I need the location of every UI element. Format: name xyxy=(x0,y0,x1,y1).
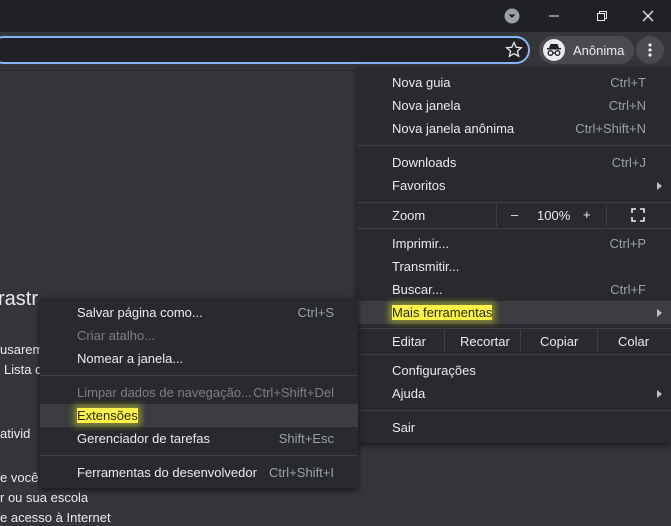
submenu-arrow-icon xyxy=(657,309,662,317)
paste-button[interactable]: Colar xyxy=(618,334,649,349)
profile-label: Anônima xyxy=(573,42,625,58)
close-button[interactable] xyxy=(628,0,668,32)
page-text-fragment: ativid xyxy=(0,426,31,441)
menu-item-downloads[interactable]: Downloads Ctrl+J xyxy=(357,151,671,174)
menu-item-new-incognito-window[interactable]: Nova janela anônima Ctrl+Shift+N xyxy=(357,117,671,140)
tab-search-button[interactable] xyxy=(492,0,532,32)
submenu-item-create-shortcut: Criar atalho... xyxy=(77,328,156,343)
zoom-out-button[interactable]: – xyxy=(511,207,518,222)
submenu-item-name-window[interactable]: Nomear a janela... xyxy=(40,347,358,370)
more-tools-submenu: Salvar página como... Ctrl+S Criar atalh… xyxy=(40,298,358,488)
submenu-item-clear-browsing-data: Limpar dados de navegação... Ctrl+Shift+… xyxy=(77,385,334,400)
submenu-item-save-page[interactable]: Salvar página como... Ctrl+S xyxy=(40,301,358,324)
menu-item-new-window[interactable]: Nova janela Ctrl+N xyxy=(357,94,671,117)
restore-button[interactable] xyxy=(582,0,622,32)
cut-button[interactable]: Recortar xyxy=(460,334,510,349)
submenu-arrow-icon xyxy=(657,390,662,398)
menu-separator xyxy=(40,375,358,376)
menu-separator xyxy=(357,228,671,229)
zoom-in-button[interactable]: + xyxy=(583,207,591,222)
menu-item-find[interactable]: Buscar... Ctrl+F xyxy=(357,278,671,301)
fullscreen-button[interactable] xyxy=(631,208,645,225)
menu-edit-row: Editar Recortar Copiar Colar xyxy=(357,330,671,352)
minimize-button[interactable] xyxy=(534,0,574,32)
menu-item-settings[interactable]: Configurações xyxy=(357,359,671,382)
zoom-level: 100% xyxy=(537,208,571,223)
address-bar[interactable] xyxy=(0,36,530,64)
menu-separator xyxy=(40,455,358,456)
page-text-fragment: e você xyxy=(0,470,39,485)
menu-separator xyxy=(357,202,671,203)
incognito-profile-button[interactable]: Anônima xyxy=(539,36,634,64)
chrome-menu: Nova guia Ctrl+T Nova janela Ctrl+N Nova… xyxy=(357,67,671,443)
submenu-item-extensions[interactable]: Extensões xyxy=(40,404,358,427)
incognito-icon xyxy=(543,39,565,61)
page-text-fragment: usarem xyxy=(0,342,44,357)
toolbar: Anônima xyxy=(0,32,671,71)
more-vert-icon xyxy=(648,43,652,57)
menu-separator xyxy=(357,328,671,329)
menu-item-new-tab[interactable]: Nova guia Ctrl+T xyxy=(357,71,671,94)
copy-button[interactable]: Copiar xyxy=(540,334,578,349)
restore-icon xyxy=(597,11,607,21)
menu-item-print[interactable]: Imprimir... Ctrl+P xyxy=(357,232,671,255)
menu-separator xyxy=(357,145,671,146)
submenu-item-developer-tools[interactable]: Ferramentas do desenvolvedor Ctrl+Shift+… xyxy=(40,461,358,484)
submenu-item-task-manager[interactable]: Gerenciador de tarefas Shift+Esc xyxy=(40,427,358,450)
menu-separator xyxy=(357,410,671,411)
close-icon xyxy=(642,10,654,22)
bookmark-star-button[interactable] xyxy=(504,40,524,60)
menu-item-cast[interactable]: Transmitir... xyxy=(357,255,671,278)
page-text-fragment: Lista d xyxy=(4,362,43,377)
menu-item-bookmarks[interactable]: Favoritos xyxy=(357,174,671,197)
menu-zoom-row: Zoom – 100% + xyxy=(357,204,671,226)
menu-item-exit[interactable]: Sair xyxy=(357,416,671,439)
fullscreen-icon xyxy=(631,208,645,222)
submenu-arrow-icon xyxy=(657,182,662,190)
page-text-fragment: e acesso à Internet xyxy=(0,510,111,525)
minimize-icon xyxy=(549,15,559,17)
menu-separator xyxy=(357,354,671,355)
menu-item-more-tools[interactable]: Mais ferramentas xyxy=(357,301,671,324)
chrome-menu-button[interactable] xyxy=(636,36,664,64)
chevron-down-circle-icon xyxy=(504,8,520,24)
page-heading-fragment: rastr xyxy=(0,288,38,310)
title-bar xyxy=(0,0,671,32)
star-icon xyxy=(505,40,523,58)
menu-item-help[interactable]: Ajuda xyxy=(357,382,671,405)
page-text-fragment: r ou sua escola xyxy=(0,490,89,505)
